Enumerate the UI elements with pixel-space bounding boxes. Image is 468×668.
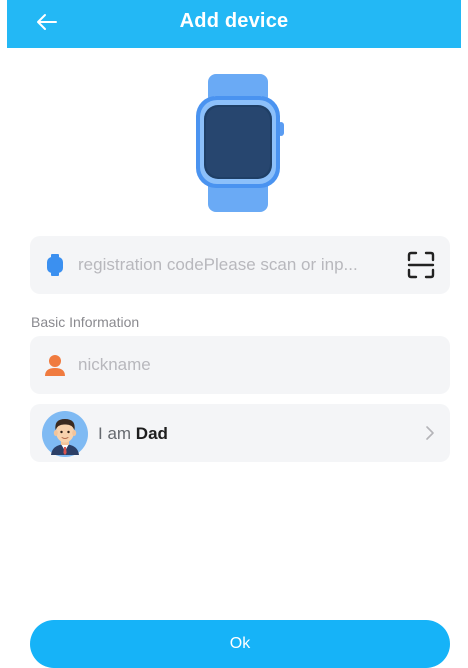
watch-icon bbox=[47, 254, 63, 276]
scan-icon[interactable] bbox=[405, 249, 437, 281]
nickname-input[interactable] bbox=[78, 336, 428, 394]
registration-code-field bbox=[30, 236, 450, 294]
role-label: I am Dad bbox=[98, 424, 168, 444]
registration-code-input[interactable] bbox=[78, 236, 398, 294]
header-bar: Add device bbox=[7, 0, 461, 48]
person-icon bbox=[45, 355, 65, 376]
role-value: Dad bbox=[135, 424, 168, 443]
role-prefix: I am bbox=[98, 424, 132, 443]
chevron-right-icon bbox=[426, 426, 434, 440]
nickname-field bbox=[30, 336, 450, 394]
dad-avatar-icon bbox=[42, 411, 88, 457]
basic-information-heading: Basic Information bbox=[31, 314, 140, 330]
page-title: Add device bbox=[179, 10, 289, 32]
role-selector[interactable]: I am Dad bbox=[30, 404, 450, 462]
smartwatch-illustration bbox=[196, 74, 284, 212]
ok-button[interactable]: Ok bbox=[30, 620, 450, 668]
